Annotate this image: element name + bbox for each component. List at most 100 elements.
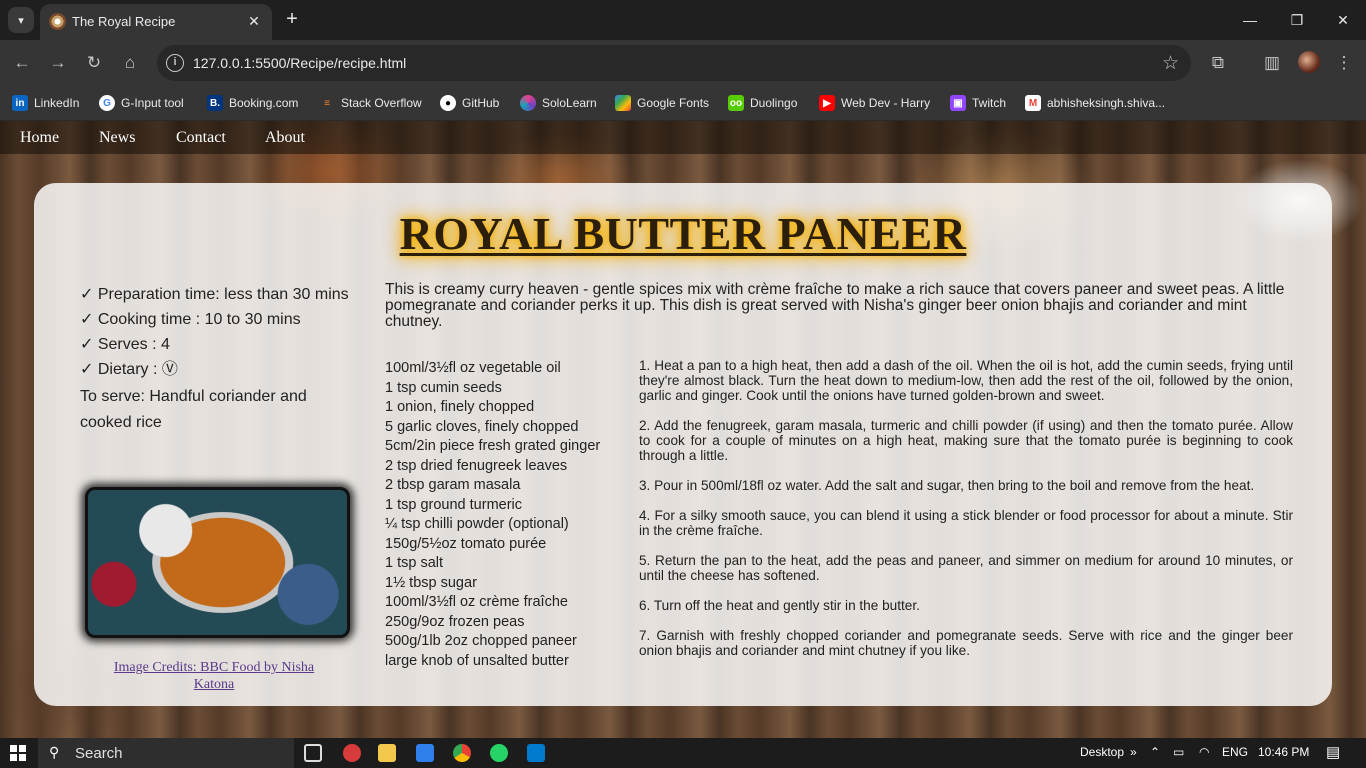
clock-time[interactable]: 10:46 PM — [1258, 745, 1309, 759]
bookmark-star-icon[interactable]: ☆ — [1162, 52, 1179, 75]
recipe-facts: ✓ Preparation time: less than 30 mins ✓ … — [80, 282, 360, 436]
chevron-down-icon: ▾ — [18, 14, 24, 27]
bookmark-label: Google Fonts — [637, 96, 710, 110]
google-icon: G — [99, 95, 115, 111]
language-indicator[interactable]: ENG — [1222, 745, 1248, 759]
bookmark-sololearn[interactable]: SoloLearn — [520, 93, 597, 113]
bookmark-github[interactable]: ● GitHub — [440, 93, 499, 113]
bookmark-label: abhisheksingh.shiva... — [1047, 96, 1166, 110]
close-icon[interactable]: ✕ — [244, 11, 264, 31]
chrome-icon[interactable] — [453, 744, 471, 762]
browser-toolbar: ← → ↻ ⌂ i 127.0.0.1:5500/Recipe/recipe.h… — [0, 40, 1366, 86]
forward-icon[interactable]: → — [46, 51, 70, 75]
site-navbar: Home News Contact About — [0, 121, 1366, 154]
method-step: 7. Garnish with freshly chopped coriande… — [639, 628, 1293, 658]
bookmark-label: GitHub — [462, 96, 500, 110]
vscode-icon[interactable] — [527, 744, 545, 762]
ingredient-item: 250g/9oz frozen peas — [385, 613, 525, 630]
fact-serves: ✓ Serves : 4 — [80, 336, 170, 353]
file-explorer-icon[interactable] — [378, 744, 396, 762]
tab-active[interactable]: The Royal Recipe ✕ — [40, 4, 272, 40]
ingredient-item: large knob of unsalted butter — [385, 652, 569, 669]
nav-contact[interactable]: Contact — [176, 129, 226, 147]
bookmark-booking[interactable]: B. Booking.com — [207, 93, 298, 113]
tray-overflow-icon[interactable]: ⌃ — [1150, 745, 1160, 759]
menu-kebab-icon[interactable]: ⋮ — [1332, 51, 1356, 75]
tab-search-button[interactable]: ▾ — [8, 7, 34, 33]
address-bar[interactable]: i 127.0.0.1:5500/Recipe/recipe.html ☆ — [157, 45, 1191, 81]
bookmark-duolingo[interactable]: oo Duolingo — [728, 93, 797, 113]
ingredient-item: 100ml/3½fl oz crème fraîche — [385, 594, 568, 610]
fact-prep-time: ✓ Preparation time: less than 30 mins — [80, 286, 349, 303]
method-step: 2. Add the fenugreek, garam masala, turm… — [639, 418, 1293, 463]
bookmark-label: LinkedIn — [34, 96, 80, 110]
nav-about[interactable]: About — [265, 129, 305, 147]
nav-news[interactable]: News — [99, 129, 135, 147]
linkedin-icon: in — [12, 95, 28, 111]
ingredient-item: 500g/1lb 2oz chopped paneer — [385, 633, 577, 649]
reload-icon[interactable]: ↻ — [82, 51, 106, 75]
battery-icon[interactable]: ▭ — [1173, 745, 1184, 759]
method-step: 1. Heat a pan to a high heat, then add a… — [639, 358, 1293, 403]
recipe-card: ROYAL BUTTER PANEER ✓ Preparation time: … — [34, 183, 1332, 706]
whatsapp-icon[interactable] — [490, 744, 508, 762]
image-credits-link[interactable]: Image Credits: BBC Food by Nisha Katona — [94, 659, 334, 693]
bookmark-linkedin[interactable]: in LinkedIn — [12, 93, 79, 113]
bookmark-label: Web Dev - Harry — [841, 96, 931, 110]
home-icon[interactable]: ⌂ — [118, 51, 142, 75]
bookmark-g-input[interactable]: G G-Input tool — [99, 93, 184, 113]
ingredient-item: 150g/5½oz tomato purée — [385, 535, 547, 552]
app-icon[interactable] — [343, 744, 361, 762]
taskbar-search[interactable]: ⚲ Search — [38, 738, 294, 768]
twitch-icon: ▣ — [950, 95, 966, 111]
recipe-title: ROYAL BUTTER PANEER — [34, 207, 1332, 260]
restore-icon[interactable]: ❐ — [1285, 8, 1309, 32]
windows-start-icon[interactable] — [10, 745, 26, 761]
ingredient-item: 5cm/2in piece fresh grated ginger — [385, 438, 601, 454]
bookmarks-bar: in LinkedIn G G-Input tool B. Booking.com ≡… — [0, 86, 1366, 121]
bookmark-google-fonts[interactable]: Google Fonts — [615, 93, 709, 113]
bookmark-stackoverflow[interactable]: ≡ Stack Overflow — [319, 93, 422, 113]
bookmark-label: G-Input tool — [121, 96, 184, 110]
method-step: 5. Return the pan to the heat, add the p… — [639, 553, 1293, 583]
ingredient-item: 5 garlic cloves, finely chopped — [385, 418, 579, 435]
fact-to-serve: To serve: Handful coriander and cooked r… — [80, 388, 307, 431]
os-taskbar: ⚲ Search Desktop » ⌃ ▭ ◠ ENG 10:46 PM ▤ — [0, 738, 1366, 768]
back-icon[interactable]: ← — [10, 51, 34, 75]
ingredient-item: 1 tsp ground turmeric — [385, 496, 523, 513]
method-step: 4. For a silky smooth sauce, you can ble… — [639, 508, 1293, 538]
bookmark-twitch[interactable]: ▣ Twitch — [950, 93, 1006, 113]
notifications-icon[interactable]: ▤ — [1326, 743, 1340, 761]
youtube-icon: ▶ — [819, 95, 835, 111]
address-url[interactable]: 127.0.0.1:5500/Recipe/recipe.html — [193, 55, 406, 71]
dish-image — [85, 487, 350, 638]
ingredient-item: 1 tsp salt — [385, 555, 444, 571]
bookmark-label: SoloLearn — [542, 96, 597, 110]
duolingo-icon: oo — [728, 95, 744, 111]
search-icon: ⚲ — [49, 744, 60, 760]
ingredient-item: 100ml/3½fl oz vegetable oil — [385, 360, 561, 376]
desktop-toolbar-label[interactable]: Desktop — [1080, 745, 1124, 759]
recipe-title-text: ROYAL BUTTER PANEER — [399, 208, 967, 259]
profile-avatar[interactable] — [1298, 51, 1320, 73]
mail-icon[interactable] — [416, 744, 434, 762]
ingredient-item: 1 tsp cumin seeds — [385, 379, 502, 396]
bookmark-gmail[interactable]: Mabhisheksingh.shiva... — [1025, 93, 1165, 113]
wifi-icon[interactable]: ◠ — [1199, 745, 1209, 759]
bookmark-label: Twitch — [972, 96, 1007, 110]
extensions-icon[interactable]: ⧉ — [1206, 51, 1230, 75]
nav-home[interactable]: Home — [20, 129, 59, 147]
task-view-icon[interactable] — [304, 744, 322, 762]
site-info-icon[interactable]: i — [166, 54, 184, 72]
method-step: 6. Turn off the heat and gently stir in … — [639, 598, 920, 613]
side-panel-icon[interactable]: ▥ — [1260, 51, 1284, 75]
new-tab-button[interactable]: + — [280, 8, 304, 32]
window-close-icon[interactable]: ✕ — [1331, 8, 1355, 32]
ingredient-item: ¼ tsp chilli powder (optional) — [385, 516, 569, 532]
bookmark-web-dev-harry[interactable]: ▶ Web Dev - Harry — [819, 93, 930, 113]
minimize-icon[interactable]: — — [1238, 8, 1262, 32]
chevron-icon[interactable]: » — [1130, 745, 1137, 759]
ingredient-item: 1 onion, finely chopped — [385, 399, 535, 415]
fact-cook-time: ✓ Cooking time : 10 to 30 mins — [80, 311, 301, 328]
github-icon: ● — [440, 95, 456, 111]
